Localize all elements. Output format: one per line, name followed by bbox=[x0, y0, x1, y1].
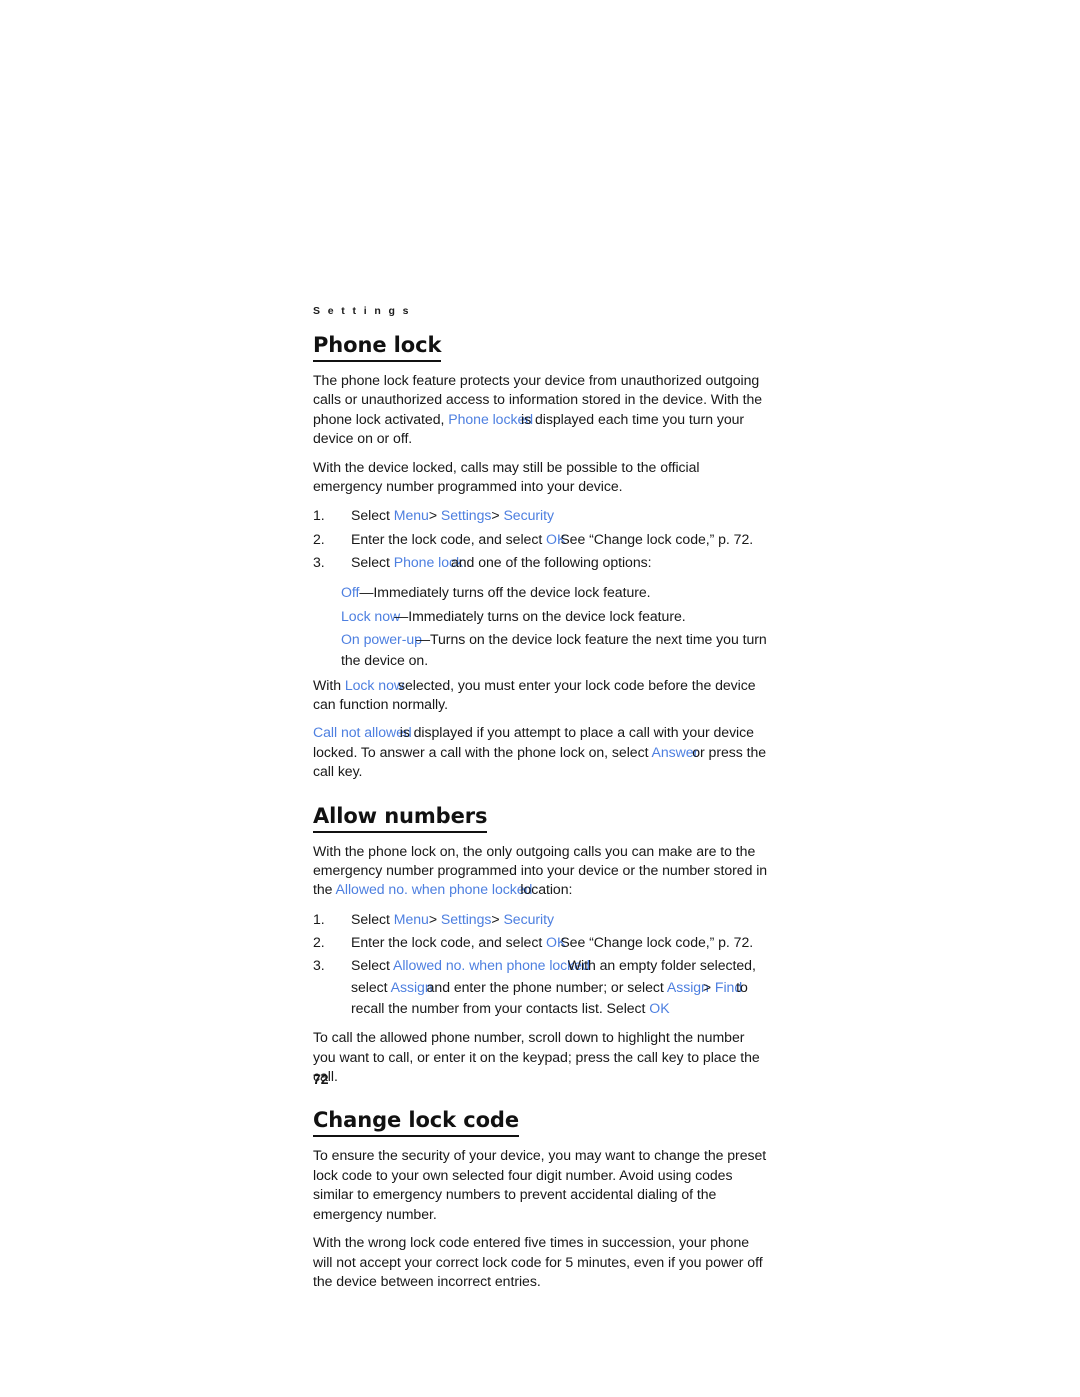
paragraph: With the phone lock on, the only outgoin… bbox=[313, 842, 768, 900]
text-run: > bbox=[428, 507, 441, 524]
text-run: Select bbox=[351, 554, 394, 571]
document-section: Change lock code bbox=[313, 1108, 768, 1146]
option-list: Off—Immediately turns off the device loc… bbox=[313, 582, 768, 671]
text-run: and one of the following options: bbox=[450, 554, 652, 571]
ui-term: Allowed no. when phone locked bbox=[392, 957, 590, 974]
ui-term: Security bbox=[503, 507, 554, 524]
text-run: location: bbox=[520, 881, 573, 898]
ui-term: Menu bbox=[393, 507, 429, 524]
paragraph: The phone lock feature protects your dev… bbox=[313, 371, 768, 449]
text-run: Select bbox=[351, 507, 394, 524]
step-number: 1. bbox=[313, 910, 325, 927]
ui-term: Lock now bbox=[341, 607, 401, 624]
section-heading: Allow numbers bbox=[313, 804, 488, 833]
page-content: S e t t i n g s Phone lock The phone lock… bbox=[313, 305, 768, 1300]
step-item: 2. Enter the lock code, and select OKSee … bbox=[313, 932, 768, 953]
section-heading: Phone lock bbox=[313, 333, 441, 362]
step-number: 3. bbox=[313, 957, 325, 974]
text-run: To ensure the security of your device, y… bbox=[313, 1147, 767, 1222]
paragraph: With the wrong lock code entered five ti… bbox=[313, 1233, 768, 1291]
text-run: Enter the lock code, and select bbox=[351, 530, 547, 547]
text-run: > bbox=[702, 978, 715, 995]
ui-term: Settings bbox=[440, 507, 492, 524]
section-heading: Change lock code bbox=[313, 1108, 519, 1138]
text-run: With the device locked, calls may still … bbox=[313, 458, 700, 495]
text-run: > bbox=[428, 910, 441, 927]
paragraph: With Lock nowselected, you must enter yo… bbox=[313, 676, 768, 715]
step-number: 3. bbox=[313, 554, 325, 571]
step-item: 1. Select Menu> Settings> Security bbox=[313, 505, 768, 526]
numbered-step-list: 1. Select Menu> Settings> Security 2. Enter… bbox=[313, 909, 768, 1019]
text-run: See “Change lock code,” p. 72. bbox=[560, 530, 754, 547]
text-run: Select bbox=[351, 957, 393, 974]
document-page: S e t t i n g s Phone lock The phone lock… bbox=[0, 0, 1080, 1397]
ui-term: Security bbox=[503, 910, 554, 927]
text-run: With bbox=[313, 676, 345, 693]
paragraph: With the device locked, calls may still … bbox=[313, 458, 768, 497]
text-run: > bbox=[491, 910, 504, 927]
step-number: 2. bbox=[313, 530, 325, 547]
running-header: S e t t i n g s bbox=[313, 305, 411, 317]
ui-term: Off bbox=[341, 584, 360, 601]
option-item: Off—Immediately turns off the device loc… bbox=[313, 582, 768, 603]
paragraph: To call the allowed phone number, scroll… bbox=[313, 1028, 768, 1086]
text-run: Select bbox=[351, 910, 394, 927]
ui-term: OK bbox=[649, 999, 670, 1016]
text-run: —Immediately turns off the device lock f… bbox=[359, 584, 651, 601]
text-run: To call the allowed phone number, scroll… bbox=[313, 1029, 760, 1085]
ui-term: Call not allowed bbox=[313, 724, 412, 741]
text-run: With the wrong lock code entered five ti… bbox=[313, 1234, 763, 1289]
ui-term: On power-up bbox=[341, 630, 422, 647]
step-item: 3. Select Phone lockand one of the follow… bbox=[313, 552, 768, 573]
step-item: 3. Select Allowed no. when phone lockedWi… bbox=[313, 955, 768, 1019]
ui-term: Allowed no. when phone locked bbox=[335, 881, 533, 898]
step-item: 2. Enter the lock code, and select OKSee … bbox=[313, 529, 768, 550]
ui-term: Lock now bbox=[344, 676, 405, 693]
paragraph: To ensure the security of your device, y… bbox=[313, 1146, 768, 1224]
option-item: Lock now—Immediately turns on the device… bbox=[313, 606, 768, 627]
sections-container: Phone lock The phone lock feature protect… bbox=[313, 333, 768, 1291]
numbered-step-list: 1. Select Menu> Settings> Security 2. Enter… bbox=[313, 505, 768, 573]
step-number: 1. bbox=[313, 507, 325, 524]
text-run: Enter the lock code, and select bbox=[351, 934, 547, 951]
option-item: On power-up—Turns on the device lock fea… bbox=[313, 629, 768, 672]
text-run: —Immediately turns on the device lock fe… bbox=[394, 607, 686, 624]
step-item: 1. Select Menu> Settings> Security bbox=[313, 909, 768, 930]
text-run: and enter the phone number; or select bbox=[426, 978, 667, 995]
step-number: 2. bbox=[313, 934, 325, 951]
document-section: Allow numbers bbox=[313, 804, 768, 842]
paragraph: Call not allowedis displayed if you atte… bbox=[313, 723, 768, 781]
text-run: > bbox=[491, 507, 504, 524]
ui-term: Settings bbox=[440, 910, 492, 927]
document-section: Phone lock bbox=[313, 333, 768, 371]
page-number: 72 bbox=[313, 1071, 329, 1087]
text-run: See “Change lock code,” p. 72. bbox=[560, 934, 754, 951]
ui-term: Menu bbox=[393, 910, 429, 927]
